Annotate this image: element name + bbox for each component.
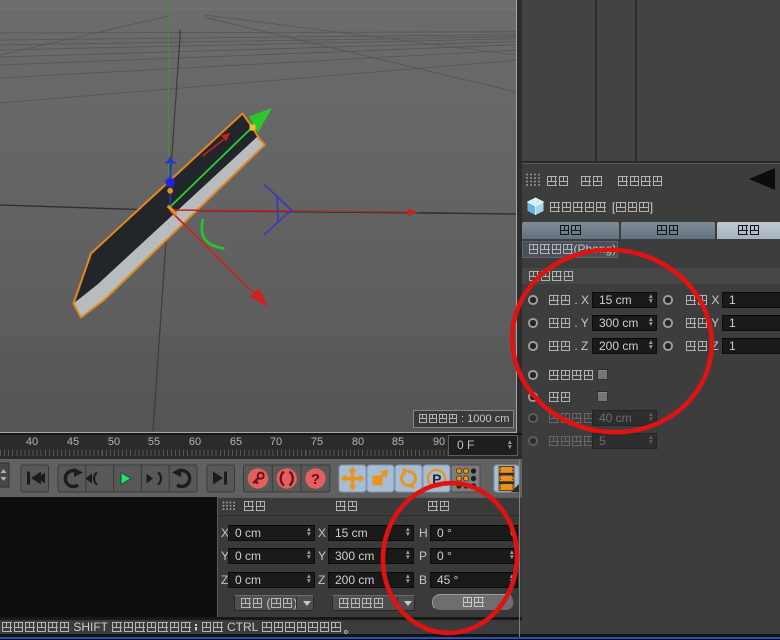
svg-text:P: P bbox=[432, 471, 441, 487]
svg-text:?: ? bbox=[311, 471, 320, 488]
